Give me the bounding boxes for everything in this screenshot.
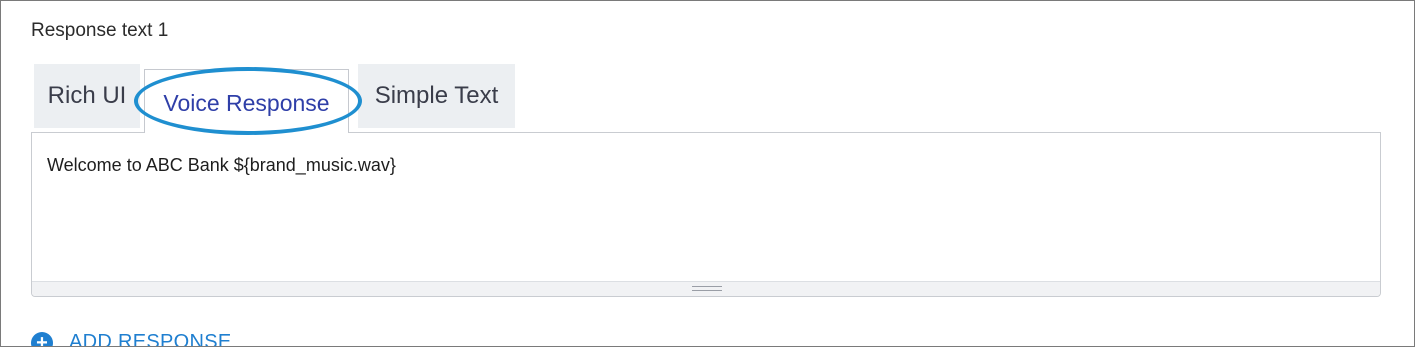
- add-response-label: ADD RESPONSE: [69, 331, 232, 347]
- tab-rich-ui[interactable]: Rich UI: [34, 64, 140, 128]
- tab-label: Rich UI: [47, 82, 127, 109]
- plus-circle-icon: +: [31, 331, 53, 346]
- resize-bar: [32, 281, 1380, 296]
- tab-label: Voice Response: [163, 90, 330, 116]
- tab-simple-text[interactable]: Simple Text: [358, 64, 515, 128]
- response-text-area[interactable]: Welcome to ABC Bank ${brand_music.wav}: [31, 132, 1381, 297]
- response-text-value[interactable]: Welcome to ABC Bank ${brand_music.wav}: [47, 155, 396, 176]
- tab-label: Simple Text: [374, 82, 499, 109]
- resize-grip-icon[interactable]: [692, 286, 722, 291]
- section-title: Response text 1: [31, 20, 169, 41]
- add-response-button[interactable]: + ADD RESPONSE: [31, 331, 232, 347]
- response-panel: Response text 1 Rich UI Voice Response S…: [0, 0, 1415, 347]
- tab-voice-response[interactable]: Voice Response: [144, 69, 349, 133]
